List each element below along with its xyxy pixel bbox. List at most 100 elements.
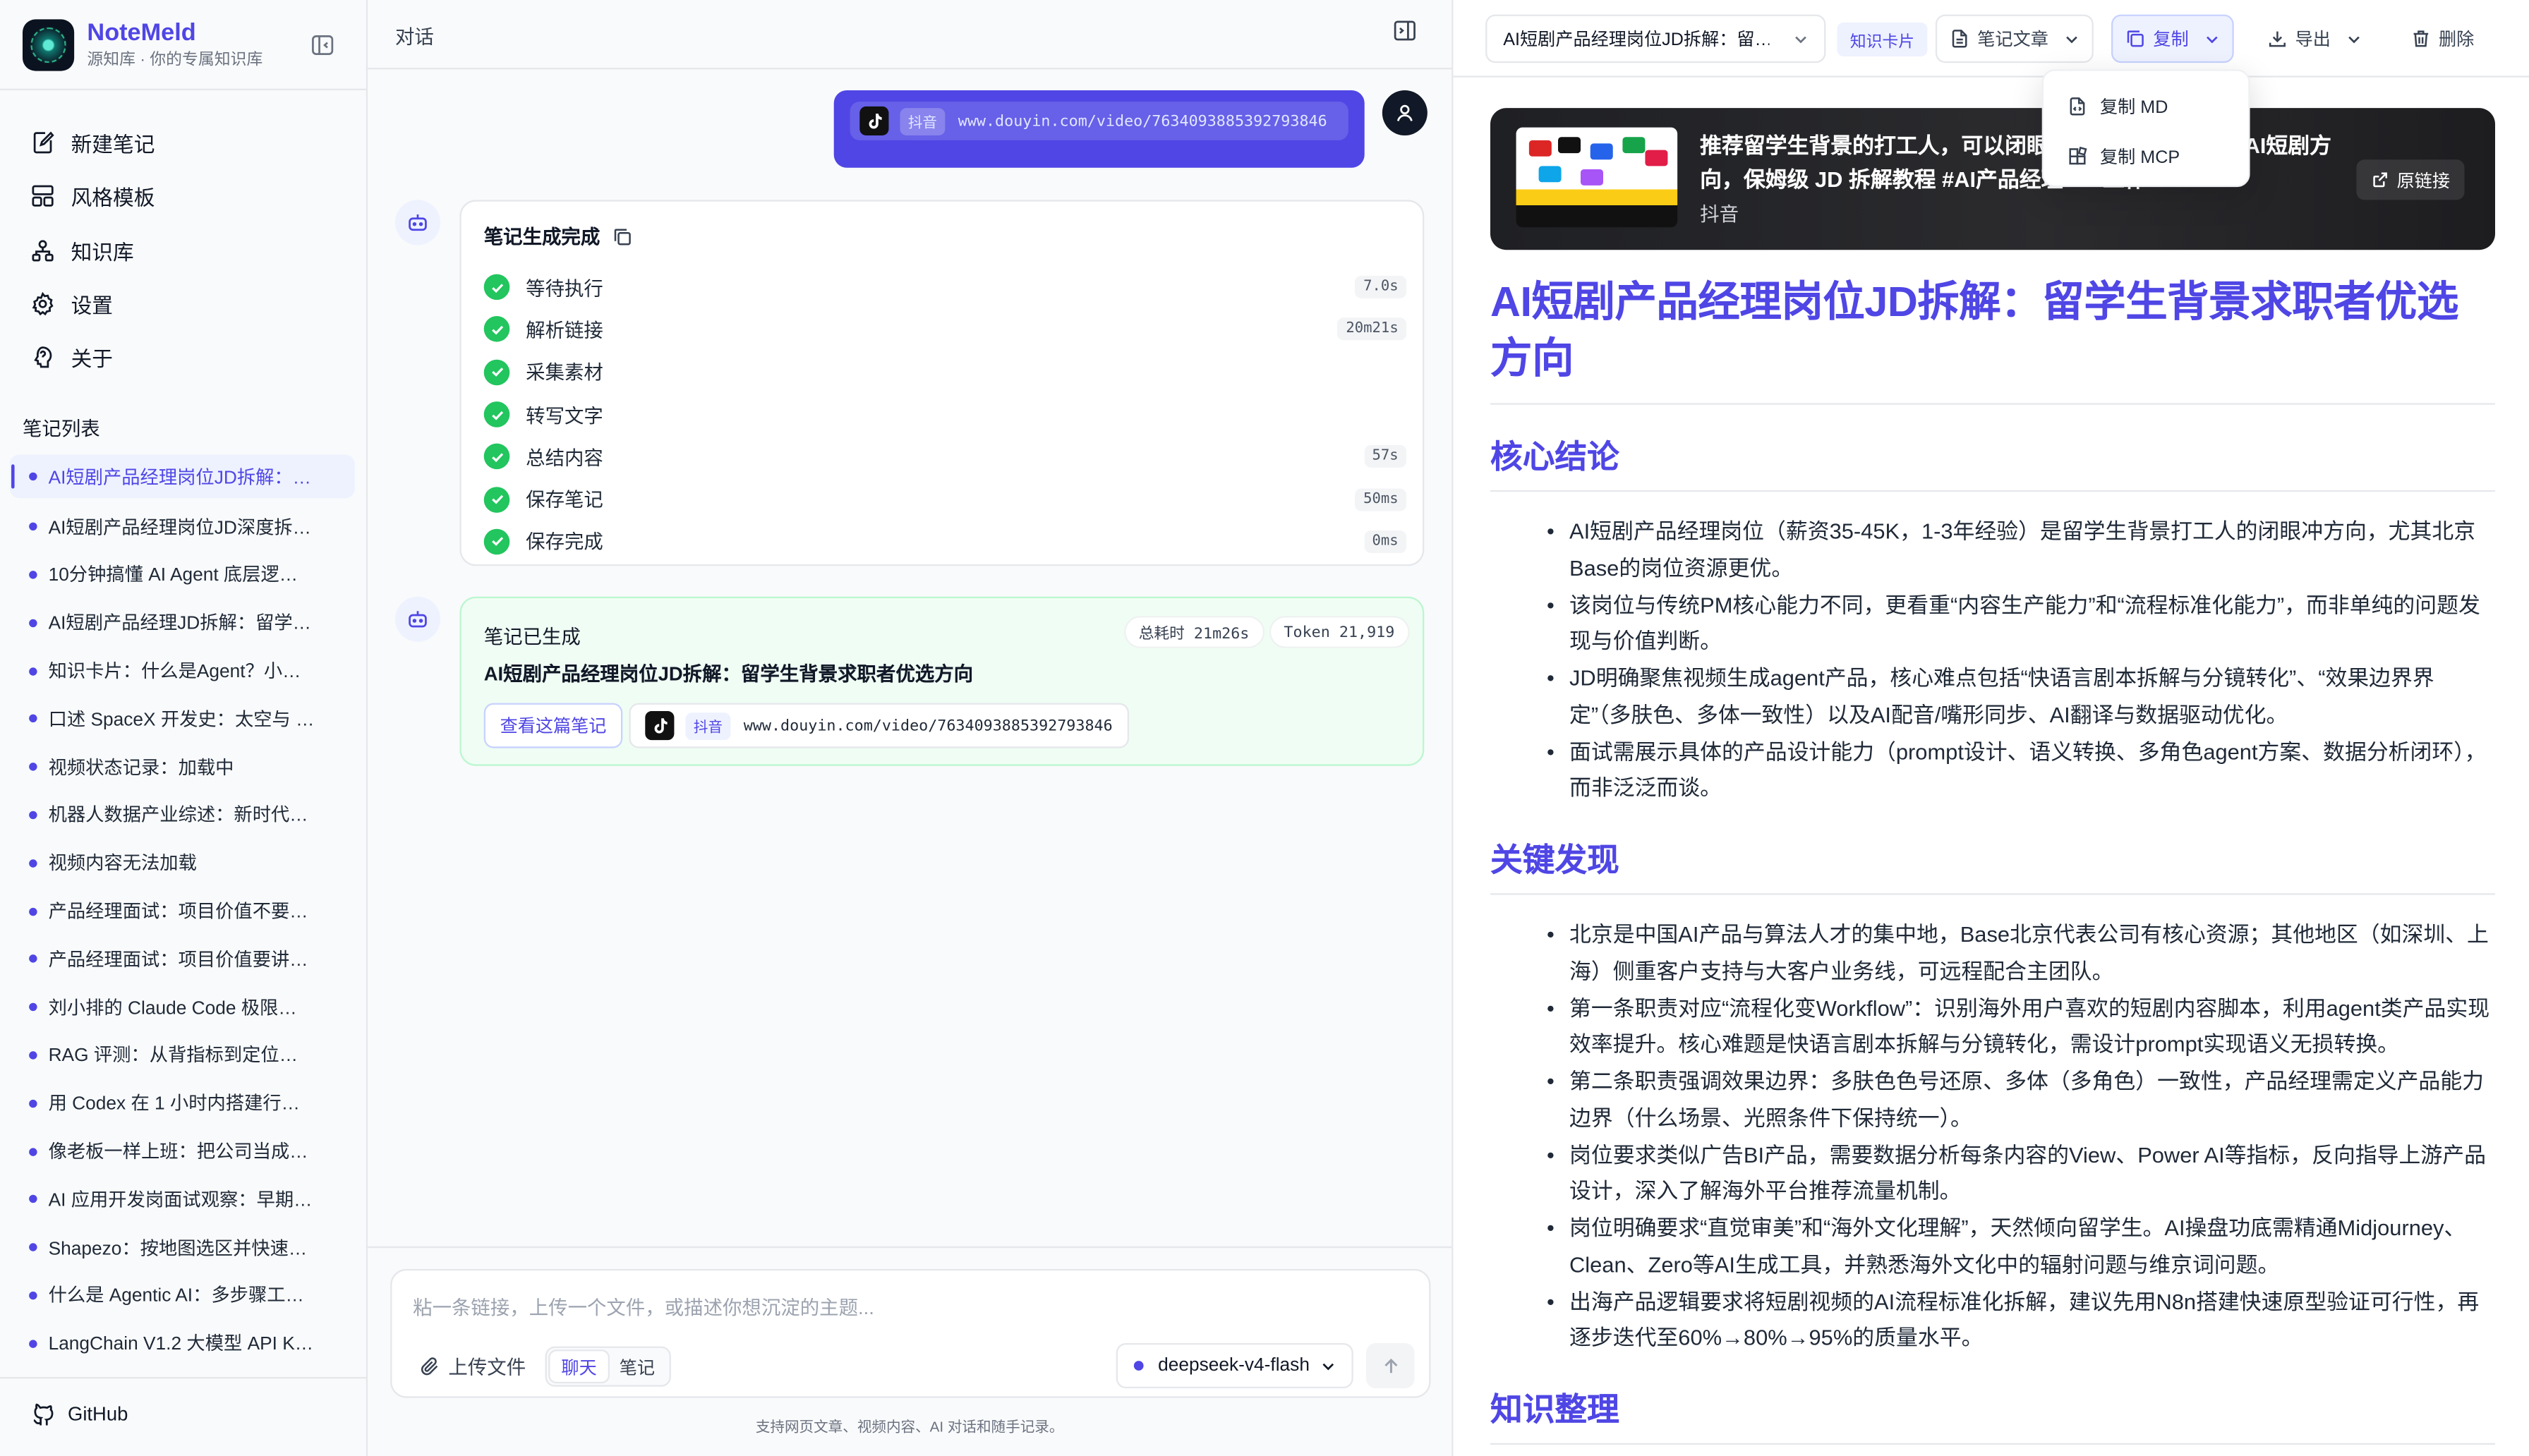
step-row: 保存笔记 50ms	[483, 478, 1407, 521]
list-item: 第一条职责对应“流程化变Workflow”：识别海外用户喜欢的短剧内容脚本，利用…	[1547, 991, 2495, 1064]
list-item: 北京是中国AI产品与算法人才的集中地，Base北京代表公司有核心资源；其他地区（…	[1547, 917, 2495, 990]
note-list-item-title: 像老板一样上班：把公司当成…	[48, 1143, 308, 1163]
copy-mcp-item[interactable]: 复制 MCP	[2044, 131, 2248, 181]
check-circle-icon	[483, 274, 510, 301]
list-item: 面试需展示具体的产品设计能力（prompt设计、语义转换、多角色agent方案、…	[1547, 735, 2495, 808]
chevron-down-icon	[2065, 32, 2080, 47]
notes-list: AI短剧产品经理岗位JD拆解：… AI短剧产品经理岗位JD深度拆… 10分钟搞懂…	[9, 454, 355, 1368]
composer: 上传文件 聊天 笔记 deepseek-v4-flash	[390, 1268, 1431, 1398]
note-list-item[interactable]: AI短剧产品经理岗位JD深度拆…	[10, 503, 355, 551]
note-list-item[interactable]: 视频内容无法加载	[10, 839, 355, 887]
brand[interactable]: NoteMeld 源知库 · 你的专属知识库	[23, 19, 262, 71]
mode-note[interactable]: 笔记	[608, 1351, 666, 1381]
copy-menu: 复制 MD 复制 MCP	[2041, 69, 2250, 188]
copy-dropdown-button[interactable]: 复制	[2111, 14, 2234, 63]
composer-hint: 支持网页文章、视频内容、AI 对话和随手记录。	[755, 1419, 1064, 1436]
video-source-card: 推荐留学生背景的打工人，可以闭眼冲一个北京的岗位，AI短剧方向，保姆级 JD 拆…	[1490, 108, 2496, 250]
mode-chat[interactable]: 聊天	[550, 1351, 608, 1382]
copy-icon	[2126, 29, 2145, 48]
note-list-item[interactable]: 10分钟搞懂 AI Agent 底层逻…	[10, 551, 355, 599]
export-label: 导出	[2295, 30, 2331, 50]
step-label: 保存完成	[526, 530, 603, 554]
note-list-item-title: 视频状态记录：加载中	[48, 758, 234, 779]
panel-toggle-icon[interactable]	[1394, 19, 1420, 45]
user-avatar[interactable]	[1382, 90, 1428, 136]
copy-label: 复制	[2153, 30, 2189, 50]
note-list-item-title: AI短剧产品经理岗位JD拆解：…	[48, 468, 311, 488]
note-list-item[interactable]: 产品经理面试：项目价值要讲…	[10, 935, 355, 983]
nav-settings[interactable]: 设置	[23, 277, 345, 331]
github-label: GitHub	[68, 1402, 128, 1426]
bot-avatar	[395, 596, 440, 642]
total-time-badge: 总耗时 21m26s	[1124, 616, 1264, 648]
github-link[interactable]: GitHub	[32, 1403, 128, 1426]
nav-templates[interactable]: 风格模板	[23, 170, 345, 224]
chevron-down-icon	[2205, 32, 2220, 47]
note-type-label: 笔记文章	[1977, 30, 2048, 50]
step-duration: 57s	[1364, 445, 1407, 468]
model-select[interactable]: deepseek-v4-flash	[1116, 1343, 1353, 1389]
external-link-icon	[2371, 171, 2389, 188]
section-list: AI短剧产品经理岗位（薪资35-45K，1-3年经验）是留学生背景打工人的闭眼冲…	[1490, 514, 2495, 808]
note-list-item[interactable]: 知识卡片：什么是Agent？小…	[10, 647, 355, 695]
knowledge-card-badge[interactable]: 知识卡片	[1837, 23, 1928, 56]
note-title: AI短剧产品经理岗位JD拆解：留学生背景求职者优选方向	[1490, 274, 2496, 405]
check-circle-icon	[483, 401, 510, 427]
copy-icon[interactable]	[613, 226, 632, 245]
note-list-item[interactable]: 机器人数据产业综述：新时代…	[10, 791, 355, 839]
template-icon	[30, 183, 66, 210]
sidebar-divider	[0, 88, 366, 90]
note-list-item-title: 视频内容无法加载	[48, 855, 197, 875]
note-list-item[interactable]: AI短剧产品经理JD拆解：留学…	[10, 599, 355, 647]
note-select[interactable]: AI短剧产品经理岗位JD拆解：留…	[1485, 14, 1826, 63]
github-icon	[32, 1403, 59, 1426]
note-list-item-title: 产品经理面试：项目价值不要…	[48, 903, 308, 923]
arrow-up-icon	[1384, 1357, 1397, 1373]
note-list-item[interactable]: Shapezo：按地图选区并快速…	[10, 1223, 355, 1271]
note-list-item-title: AI 应用开发岗面试观察：早期…	[48, 1191, 313, 1211]
note-list-item[interactable]: 用 Codex 在 1 小时内搭建行…	[10, 1079, 355, 1127]
original-link-label: 原链接	[2396, 171, 2451, 191]
paperclip-icon	[419, 1356, 440, 1377]
copy-md-item[interactable]: 复制 MD	[2044, 80, 2248, 131]
note-type-dropdown[interactable]: 笔记文章	[1935, 14, 2094, 63]
copy-mcp-label: 复制 MCP	[2100, 147, 2180, 167]
note-list-item[interactable]: 产品经理面试：项目价值不要…	[10, 887, 355, 935]
delete-button[interactable]: 删除	[2398, 15, 2487, 63]
step-label: 解析链接	[526, 319, 603, 342]
message-input[interactable]	[413, 1296, 1381, 1319]
nav-knowledge-base[interactable]: 知识库	[23, 224, 345, 277]
send-button[interactable]	[1366, 1343, 1415, 1389]
note-list-item[interactable]: AI 应用开发岗面试观察：早期…	[10, 1175, 355, 1223]
douyin-icon	[859, 106, 889, 136]
view-note-button[interactable]: 查看这篇笔记	[483, 703, 623, 748]
step-label: 保存笔记	[526, 488, 603, 511]
nav-new-note[interactable]: 新建笔记	[23, 116, 345, 170]
check-circle-icon	[483, 359, 510, 385]
export-dropdown-button[interactable]: 导出	[2255, 15, 2374, 63]
note-list-item[interactable]: 刘小排的 Claude Code 极限…	[10, 983, 355, 1031]
note-toolbar: AI短剧产品经理岗位JD拆解：留… 知识卡片 笔记文章 复制 导出 删除	[1453, 0, 2529, 78]
user-message-link[interactable]: 抖音 www.douyin.com/video/7634093885392793…	[850, 102, 1348, 140]
user-message-url: www.douyin.com/video/7634093885392793846	[958, 111, 1327, 131]
note-document: AI短剧产品经理岗位JD拆解：留学生背景求职者优选方向 核心结论 AI短剧产品经…	[1490, 274, 2496, 1445]
note-list-item[interactable]: 视频状态记录：加载中	[10, 743, 355, 791]
note-list-item[interactable]: 像老板一样上班：把公司当成…	[10, 1127, 355, 1175]
nav-settings-label: 设置	[71, 293, 114, 318]
section-heading: 核心结论	[1490, 435, 2496, 492]
note-list-item[interactable]: 什么是 Agentic AI：多步骤工…	[10, 1271, 355, 1319]
platform-tag: 抖音	[685, 712, 731, 739]
section-heading: 关键发现	[1490, 838, 2496, 895]
source-link-chip[interactable]: 抖音 www.douyin.com/video/7634093885392793…	[629, 703, 1129, 748]
note-list-item-active[interactable]: AI短剧产品经理岗位JD拆解：…	[9, 454, 355, 499]
upload-file-button[interactable]: 上传文件	[419, 1353, 526, 1381]
nav-about[interactable]: 关于	[23, 331, 345, 384]
collapse-sidebar-icon[interactable]	[308, 30, 337, 59]
note-list-item[interactable]: LangChain V1.2 大模型 API K…	[10, 1320, 355, 1368]
note-list-item-title: AI短剧产品经理JD拆解：留学…	[48, 614, 311, 634]
info-icon	[30, 345, 66, 371]
original-link-button[interactable]: 原链接	[2356, 159, 2465, 200]
note-list-item[interactable]: RAG 评测：从背指标到定位系…	[10, 1031, 355, 1079]
check-circle-icon	[483, 528, 510, 555]
note-list-item[interactable]: 口述 SpaceX 开发史：太空与 …	[10, 695, 355, 743]
